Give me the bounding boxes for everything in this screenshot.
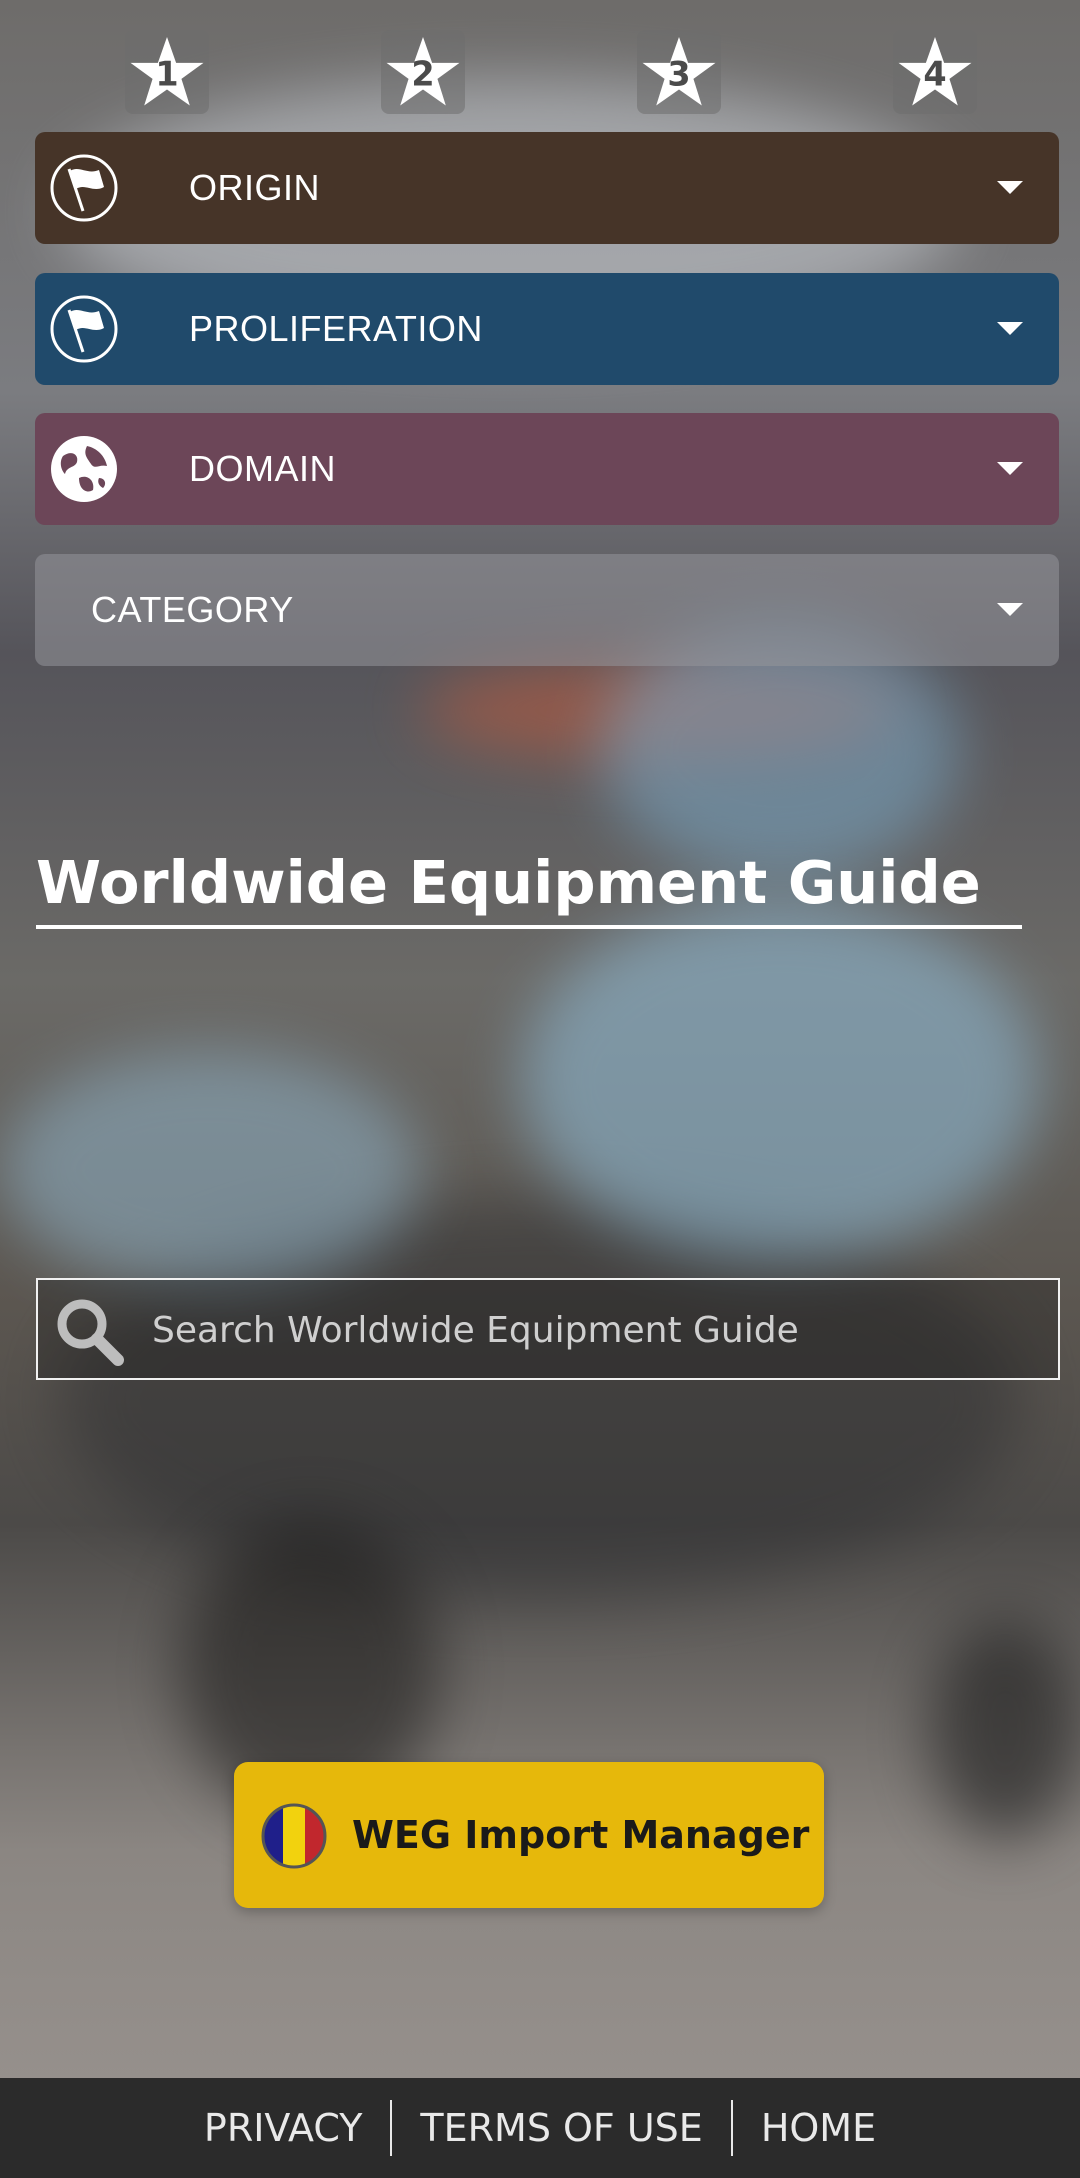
flag-icon: [50, 295, 118, 363]
svg-text:1: 1: [155, 55, 178, 94]
svg-text:4: 4: [923, 55, 946, 94]
star-icon: 4: [898, 37, 972, 106]
chevron-down-icon: [997, 322, 1023, 335]
star-icon: 1: [130, 37, 204, 106]
footer-nav: PRIVACY TERMS OF USE HOME: [0, 2078, 1080, 2178]
tier-2-star-button[interactable]: 2: [381, 30, 465, 114]
star-icon: 2: [386, 37, 460, 106]
chevron-down-icon: [997, 181, 1023, 194]
tier-1-star-button[interactable]: 1: [125, 30, 209, 114]
home-link[interactable]: HOME: [733, 2106, 904, 2150]
search-box: [36, 1278, 1060, 1380]
category-label: CATEGORY: [91, 589, 294, 630]
svg-text:3: 3: [667, 55, 690, 94]
tier-star-bar: 1 2 3 4: [0, 30, 1080, 114]
origin-dropdown[interactable]: ORIGIN: [35, 132, 1059, 244]
chevron-down-icon: [997, 462, 1023, 475]
page-title: Worldwide Equipment Guide: [36, 848, 1022, 929]
domain-label: DOMAIN: [189, 448, 336, 489]
import-button-label: WEG Import Manager: [352, 1813, 810, 1857]
tradoc-emblem-icon: [261, 1803, 327, 1869]
chevron-down-icon: [997, 603, 1023, 616]
flag-icon: [50, 154, 118, 222]
terms-of-use-link[interactable]: TERMS OF USE: [392, 2106, 730, 2150]
svg-text:2: 2: [411, 55, 434, 94]
domain-dropdown[interactable]: DOMAIN: [35, 413, 1059, 525]
tier-4-star-button[interactable]: 4: [893, 30, 977, 114]
tier-3-star-button[interactable]: 3: [637, 30, 721, 114]
globe-icon: [51, 436, 117, 502]
proliferation-label: PROLIFERATION: [189, 308, 483, 349]
search-input[interactable]: [150, 1280, 1034, 1380]
search-icon[interactable]: [52, 1294, 126, 1368]
privacy-link[interactable]: PRIVACY: [176, 2106, 391, 2150]
proliferation-dropdown[interactable]: PROLIFERATION: [35, 273, 1059, 385]
weg-import-manager-button[interactable]: WEG Import Manager: [234, 1762, 824, 1908]
origin-label: ORIGIN: [189, 167, 321, 208]
category-dropdown[interactable]: CATEGORY: [35, 554, 1059, 666]
star-icon: 3: [642, 37, 716, 106]
